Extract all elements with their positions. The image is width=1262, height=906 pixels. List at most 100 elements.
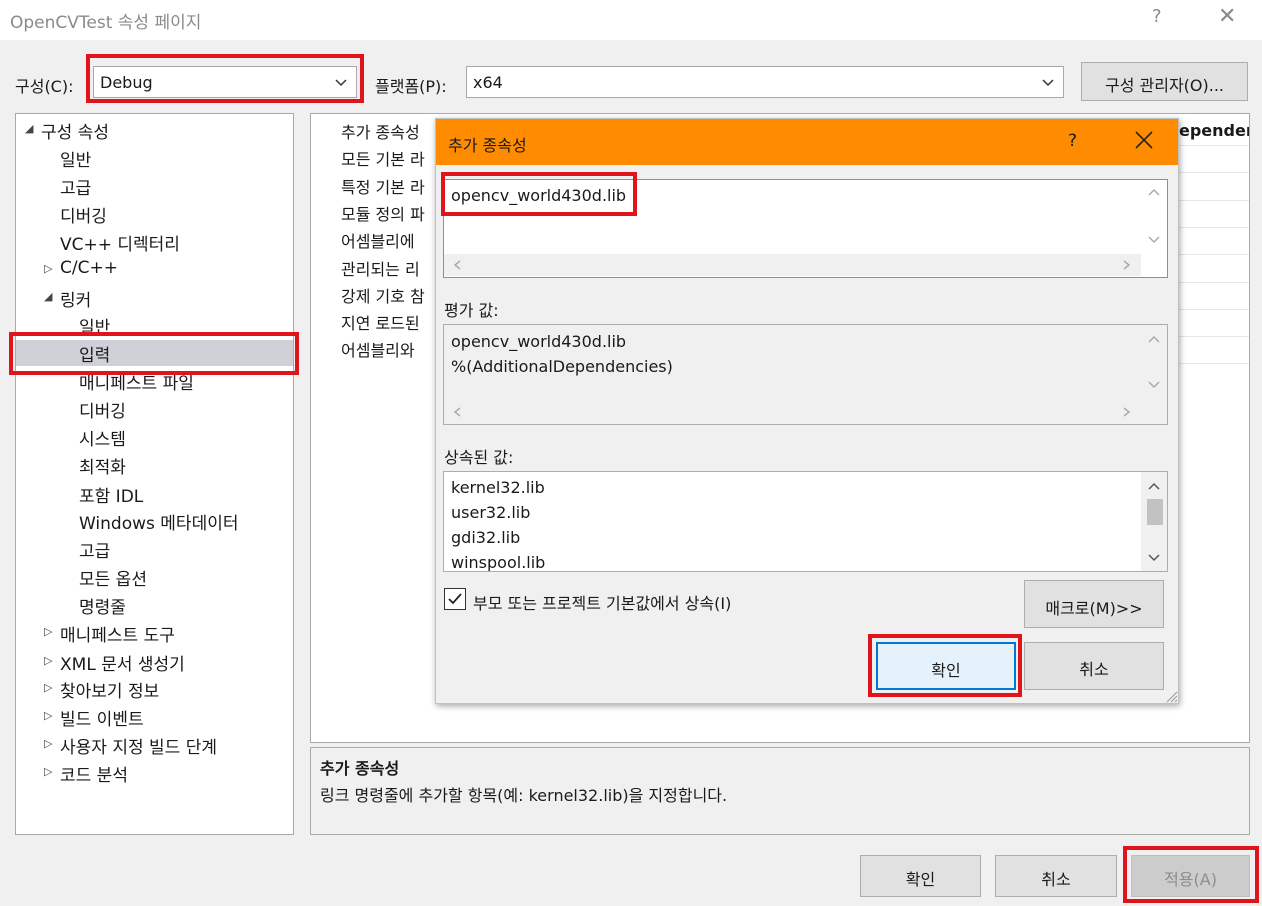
scroll-down-icon[interactable] xyxy=(1147,232,1161,246)
collapsed-arrow-icon[interactable]: ▷ xyxy=(44,737,52,750)
macro-button[interactable]: 매크로(M)>> xyxy=(1024,580,1164,628)
tree-item[interactable]: 매니페스트 파일 xyxy=(16,368,293,394)
platform-dropdown[interactable]: x64 xyxy=(466,66,1064,98)
collapsed-arrow-icon[interactable]: ▷ xyxy=(44,709,52,722)
tree-item[interactable]: ▷ 코드 분석 xyxy=(16,760,293,786)
help-icon[interactable]: ? xyxy=(1152,6,1162,27)
tree-item[interactable]: 고급 xyxy=(16,536,293,562)
dialog-help-icon[interactable]: ? xyxy=(1068,131,1077,151)
inherited-line: kernel32.lib xyxy=(451,478,545,497)
cancel-button[interactable]: 취소 xyxy=(995,855,1117,897)
chevron-down-icon xyxy=(335,79,347,87)
evaluated-hscroll[interactable] xyxy=(444,401,1141,423)
scroll-up-icon[interactable] xyxy=(1147,186,1161,200)
property-row[interactable]: 지연 로드된 xyxy=(341,310,420,337)
ok-button[interactable]: 확인 xyxy=(860,855,981,897)
config-dropdown[interactable]: Debug xyxy=(93,66,357,98)
tree-item-label: 고급 xyxy=(60,179,92,199)
scroll-right-icon[interactable] xyxy=(1120,406,1132,418)
tree-item[interactable]: ▷ 찾아보기 정보 xyxy=(16,676,293,702)
expanded-arrow-icon[interactable]: ◢ xyxy=(25,122,33,135)
tree-item[interactable]: 고급 xyxy=(16,173,293,199)
inherited-vscroll[interactable] xyxy=(1141,472,1167,571)
tree-item[interactable]: ▷ C/C++ xyxy=(16,257,293,283)
collapsed-arrow-icon[interactable]: ▷ xyxy=(44,262,52,275)
scroll-down-icon[interactable] xyxy=(1147,377,1161,391)
property-row[interactable]: 모듈 정의 파 xyxy=(341,201,425,228)
evaluated-line: opencv_world430d.lib xyxy=(451,332,627,351)
description-panel: 추가 종속성 링크 명령줄에 추가할 항목(예: kernel32.lib)을 … xyxy=(310,747,1250,835)
collapsed-arrow-icon[interactable]: ▷ xyxy=(44,681,52,694)
tree-item-label: VC++ 디렉터리 xyxy=(60,235,180,255)
property-row[interactable]: 어셈블리와 xyxy=(341,337,415,364)
tree-item[interactable]: ◢ 구성 속성 xyxy=(16,117,293,143)
inherit-checkbox-label[interactable]: 부모 또는 프로젝트 기본값에서 상속(I) xyxy=(473,590,731,614)
property-row[interactable]: 모든 기본 라 xyxy=(341,146,425,173)
tree-item[interactable]: 입력 xyxy=(16,340,293,366)
tree-item[interactable]: Windows 메타데이터 xyxy=(16,508,293,534)
tree-item-label: 모든 옵션 xyxy=(79,570,147,590)
tree-item-label: Windows 메타데이터 xyxy=(79,514,239,534)
tree-item[interactable]: 모든 옵션 xyxy=(16,564,293,590)
property-row[interactable]: 관리되는 리 xyxy=(341,256,420,283)
dependencies-edit-value[interactable]: opencv_world430d.lib xyxy=(451,186,626,205)
close-icon[interactable]: ✕ xyxy=(1218,4,1236,29)
tree-item-label: 디버깅 xyxy=(79,402,126,422)
tree-item[interactable]: 일반 xyxy=(16,312,293,338)
tree-item[interactable]: VC++ 디렉터리 xyxy=(16,229,293,255)
dialog-close-icon[interactable] xyxy=(1133,129,1155,151)
tree-item[interactable]: ▷ 매니페스트 도구 xyxy=(16,620,293,646)
dialog-title: 추가 종속성 xyxy=(448,136,527,155)
dialog-cancel-button[interactable]: 취소 xyxy=(1024,642,1164,690)
window-title: OpenCVTest 속성 페이지 xyxy=(10,13,202,33)
row-divider xyxy=(1175,172,1249,174)
collapsed-arrow-icon[interactable]: ▷ xyxy=(44,625,52,638)
dialog-ok-button[interactable]: 확인 xyxy=(876,642,1016,690)
description-text: 링크 명령줄에 추가할 항목(예: kernel32.lib)을 지정합니다. xyxy=(320,786,728,805)
tree-item-label: 일반 xyxy=(60,151,92,171)
tree-item-label: 입력 xyxy=(79,346,111,366)
row-divider xyxy=(1175,226,1249,228)
scroll-left-icon[interactable] xyxy=(452,406,464,418)
property-row[interactable]: 추가 종속성 xyxy=(341,119,420,146)
edit-hscroll[interactable] xyxy=(444,254,1141,276)
tree-item[interactable]: 디버깅 xyxy=(16,396,293,422)
tree-item-label: 코드 분석 xyxy=(60,766,128,786)
scroll-thumb[interactable] xyxy=(1147,499,1163,525)
property-row[interactable]: 특정 기본 라 xyxy=(341,174,425,201)
tree-item[interactable]: 포함 IDL xyxy=(16,481,293,507)
row-divider xyxy=(1175,336,1249,338)
inherited-line: gdi32.lib xyxy=(451,528,521,547)
apply-button[interactable]: 적용(A) xyxy=(1131,855,1250,897)
tree-item[interactable]: 최적화 xyxy=(16,452,293,478)
inherit-checkbox[interactable] xyxy=(444,588,466,610)
tree-item[interactable]: ▷ 빌드 이벤트 xyxy=(16,704,293,730)
config-manager-button[interactable]: 구성 관리자(O)... xyxy=(1081,62,1248,101)
tree-item[interactable]: ▷ 사용자 지정 빌드 단계 xyxy=(16,732,293,758)
tree-item[interactable]: 시스템 xyxy=(16,424,293,450)
scroll-right-icon[interactable] xyxy=(1120,259,1132,271)
row-divider xyxy=(1175,308,1249,310)
tree-item[interactable]: 명령줄 xyxy=(16,592,293,618)
dependencies-edit-box[interactable]: opencv_world430d.lib xyxy=(443,179,1168,278)
platform-value: x64 xyxy=(473,73,503,92)
tree-item[interactable]: ◢ 링커 xyxy=(16,285,293,311)
edit-vscroll[interactable] xyxy=(1141,180,1167,254)
expanded-arrow-icon[interactable]: ◢ xyxy=(44,290,52,303)
scroll-down-icon[interactable] xyxy=(1147,550,1161,564)
collapsed-arrow-icon[interactable]: ▷ xyxy=(44,654,52,667)
evaluated-vscroll[interactable] xyxy=(1141,325,1167,401)
tree-item-label: 고급 xyxy=(79,542,111,562)
scroll-up-icon[interactable] xyxy=(1147,333,1161,347)
scroll-left-icon[interactable] xyxy=(452,259,464,271)
resize-grip-icon[interactable] xyxy=(1164,689,1178,703)
collapsed-arrow-icon[interactable]: ▷ xyxy=(44,765,52,778)
property-row[interactable]: 강제 기호 참 xyxy=(341,283,425,310)
property-row[interactable]: 어셈블리에 xyxy=(341,228,415,255)
tree-item[interactable]: ▷ XML 문서 생성기 xyxy=(16,649,293,675)
tree-item[interactable]: 디버깅 xyxy=(16,201,293,227)
scroll-up-icon[interactable] xyxy=(1147,480,1161,494)
tree-item-label: XML 문서 생성기 xyxy=(60,655,185,675)
tree-item[interactable]: 일반 xyxy=(16,145,293,171)
evaluated-line: %(AdditionalDependencies) xyxy=(451,357,673,376)
